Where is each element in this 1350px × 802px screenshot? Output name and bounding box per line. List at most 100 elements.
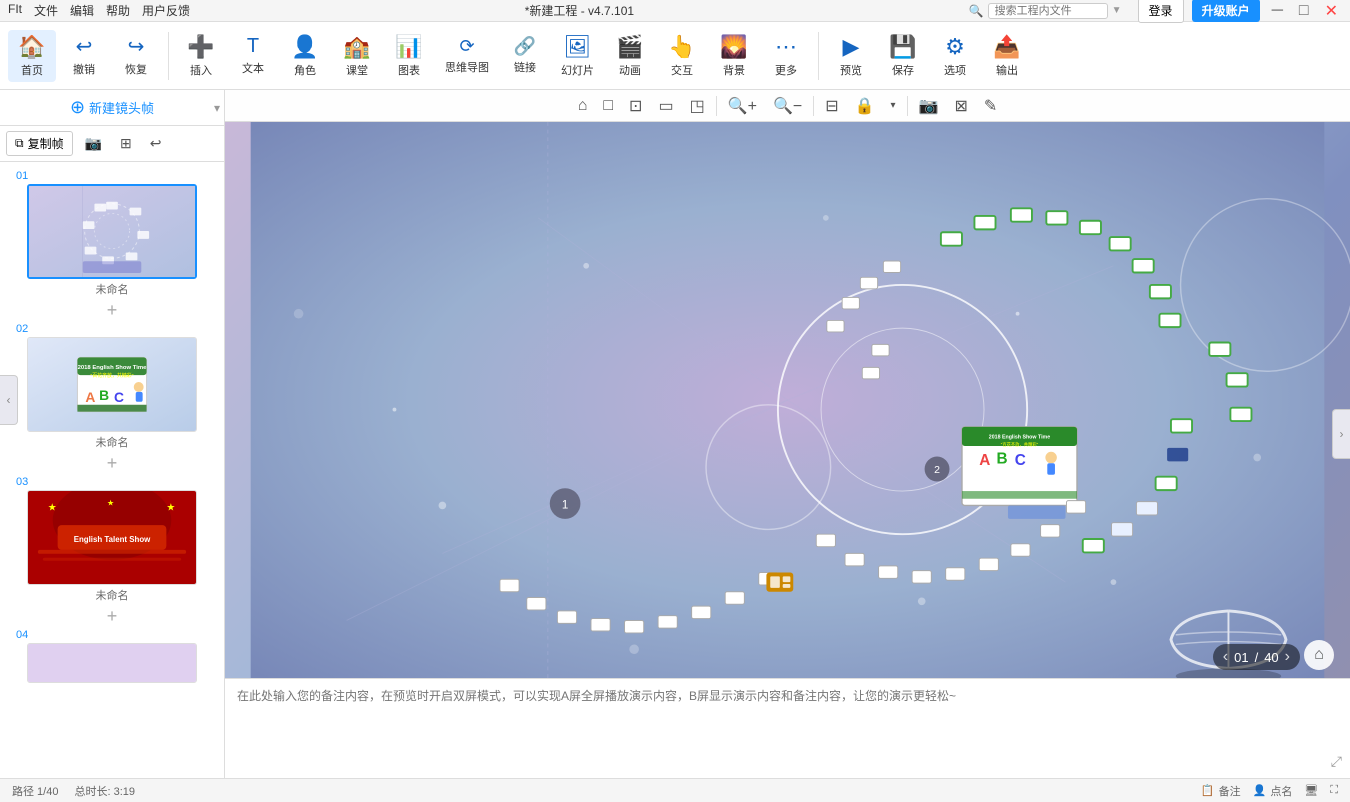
close-button[interactable]: ✕ <box>1321 1 1342 21</box>
slide-item-01[interactable]: 01 <box>0 168 224 299</box>
screenshot-icon[interactable]: 📷 <box>914 93 944 119</box>
new-frame-button[interactable]: ⊕ 新建镜头帧 <box>70 97 154 118</box>
toolbar-link[interactable]: 🔗 链接 <box>501 32 549 79</box>
points-button[interactable]: 👤 点名 <box>1253 783 1293 799</box>
fit-home-icon[interactable]: ⌂ <box>573 94 593 118</box>
toolbar-preview[interactable]: ▶ 预览 <box>827 30 875 82</box>
sidebar-collapse-button[interactable]: ‹ <box>0 375 18 425</box>
toolbar-animate[interactable]: 🎬 动画 <box>606 30 654 82</box>
toolbar-chart-label: 图表 <box>398 62 420 78</box>
slide-number-03: 03 <box>6 476 218 488</box>
right-panel-collapse-button[interactable]: › <box>1332 409 1350 459</box>
toolbar-bg[interactable]: 🌄 背景 <box>710 30 758 82</box>
frame-expand-icon[interactable]: ⊡ <box>624 93 647 119</box>
slide-add-between-01-02[interactable]: + <box>0 299 224 321</box>
sidebar-dropdown-icon[interactable]: ▾ <box>214 101 220 115</box>
toolbar-chart[interactable]: 📊 图表 <box>385 30 433 82</box>
canvas-content[interactable]: 1 2 2018 English Show Time "百花齐放，共精彩" <box>225 122 1350 678</box>
canvas-home-button[interactable]: ⌂ <box>1304 640 1334 670</box>
copy-frame-button[interactable]: ⧉ 复制帧 <box>6 131 73 156</box>
slide-item-04[interactable]: 04 <box>0 627 224 685</box>
canvas-svg: 1 2 2018 English Show Time "百花齐放，共精彩" <box>225 122 1350 678</box>
animate-icon: 🎬 <box>616 34 643 60</box>
toolbar-character[interactable]: 👤 角色 <box>281 30 329 82</box>
notes-expand-icon[interactable]: ⤢ <box>1331 753 1342 770</box>
slide-thumb-02: 2018 English Show Time "百花齐放，共精彩" A B C <box>27 337 197 432</box>
copy-frame-label: 复制帧 <box>28 135 64 152</box>
align-icon[interactable]: ⊟ <box>820 93 843 119</box>
toolbar-export[interactable]: 📤 输出 <box>983 30 1031 82</box>
new-frame-label: 新建镜头帧 <box>89 98 154 117</box>
menu-edit[interactable]: 编辑 <box>70 2 94 19</box>
notes-button[interactable]: 📋 备注 <box>1201 783 1241 799</box>
slide-name-03: 未命名 <box>6 587 218 603</box>
main-toolbar: 🏠 首页 ↩ 撤销 ↪ 恢复 ➕ 插入 T 文本 👤 角色 🏫 课堂 📊 图表 … <box>0 22 1350 90</box>
nav-prev-button[interactable]: ‹ <box>1223 648 1228 666</box>
search-dropdown-icon[interactable]: ▼ <box>1112 5 1122 16</box>
crop-icon[interactable]: ⊠ <box>950 93 973 119</box>
notes-textarea[interactable] <box>237 687 1338 747</box>
menu-file[interactable]: 文件 <box>34 2 58 19</box>
svg-text:English Talent Show: English Talent Show <box>74 535 151 544</box>
slide-add-between-03-04[interactable]: + <box>0 605 224 627</box>
toolbar-redo[interactable]: ↪ 恢复 <box>112 30 160 81</box>
toolbar-sep-1 <box>168 32 169 80</box>
status-screen-button[interactable]: 🖥 <box>1304 784 1318 797</box>
global-search-input[interactable] <box>988 3 1108 19</box>
title-bar: FIt 文件 编辑 帮助 用户反馈 *新建工程 - v4.7.101 🔍 ▼ 登… <box>0 0 1350 22</box>
svg-text:★: ★ <box>48 502 57 513</box>
svg-text:C: C <box>1015 452 1026 469</box>
toolbar-undo[interactable]: ↩ 撤销 <box>60 30 108 81</box>
status-expand-button[interactable]: ⛶ <box>1330 784 1338 797</box>
sidebar-header: ⊕ 新建镜头帧 ▾ <box>0 90 224 126</box>
slide-preview-04 <box>28 643 196 683</box>
toolbar-text[interactable]: T 文本 <box>229 31 277 80</box>
zoom-out-icon[interactable]: 🔍− <box>768 93 807 119</box>
svg-text:"百花齐放，共精彩": "百花齐放，共精彩" <box>90 372 133 379</box>
status-duration: 总时长: 3:19 <box>74 783 135 799</box>
export-icon: 📤 <box>993 34 1020 60</box>
zoom-in-icon[interactable]: 🔍+ <box>723 93 762 119</box>
minimize-button[interactable]: ─ <box>1268 2 1287 20</box>
menu-help[interactable]: 帮助 <box>106 2 130 19</box>
grid-tool-button[interactable]: ⊞ <box>114 131 138 156</box>
toolbar-options[interactable]: ⚙ 选项 <box>931 30 979 82</box>
frame-icon[interactable]: □ <box>598 94 618 118</box>
lock-icon[interactable]: 🔒 <box>850 93 880 119</box>
more-icon: ⋯ <box>775 34 797 60</box>
svg-text:2018 English Show Time: 2018 English Show Time <box>78 365 148 371</box>
toolbar-interact[interactable]: 👆 交互 <box>658 30 706 82</box>
slide-add-between-02-03[interactable]: + <box>0 452 224 474</box>
toolbar-save[interactable]: 💾 保存 <box>879 30 927 82</box>
slide-item-02[interactable]: 02 2018 English Show Time <box>0 321 224 452</box>
slide-name-01: 未命名 <box>6 281 218 297</box>
undo-tool-button[interactable]: ↩ <box>144 131 168 156</box>
upgrade-button[interactable]: 升级账户 <box>1192 0 1260 22</box>
window-controls: 🔍 ▼ 登录 升级账户 ─ □ ✕ <box>969 0 1342 23</box>
rect-icon[interactable]: ▭ <box>653 93 678 119</box>
toolbar-more[interactable]: ⋯ 更多 <box>762 30 810 82</box>
toolbar-classroom[interactable]: 🏫 课堂 <box>333 30 381 82</box>
toolbar-insert[interactable]: ➕ 插入 <box>177 30 225 82</box>
slide-number-02: 02 <box>6 323 218 335</box>
toolbar-mindmap[interactable]: ⟳ 思维导图 <box>437 32 497 79</box>
nav-next-button[interactable]: › <box>1285 648 1290 666</box>
rect-corner-icon[interactable]: ◳ <box>685 93 710 119</box>
toolbar-slide[interactable]: 🖼 幻灯片 <box>553 30 602 82</box>
menu-fit[interactable]: FIt <box>8 2 22 19</box>
login-button[interactable]: 登录 <box>1138 0 1184 23</box>
notes-icon: 📋 <box>1201 784 1215 797</box>
slide-number-01: 01 <box>6 170 218 182</box>
lock-dropdown-icon[interactable]: ▾ <box>886 97 901 114</box>
camera-tool-button[interactable]: 📷 <box>79 131 108 156</box>
classroom-icon: 🏫 <box>343 34 370 60</box>
search-icon: 🔍 <box>969 4 984 18</box>
toolbar-text-label: 文本 <box>242 60 264 76</box>
window-title: *新建工程 - v4.7.101 <box>525 2 634 19</box>
menu-feedback[interactable]: 用户反馈 <box>142 2 190 19</box>
maximize-button[interactable]: □ <box>1295 2 1313 20</box>
edit-icon[interactable]: ✎ <box>979 93 1002 119</box>
toolbar-home[interactable]: 🏠 首页 <box>8 30 56 82</box>
slide-item-03[interactable]: 03 English Talent Show ★ ★ ★ <box>0 474 224 605</box>
toolbar-options-label: 选项 <box>944 62 966 78</box>
